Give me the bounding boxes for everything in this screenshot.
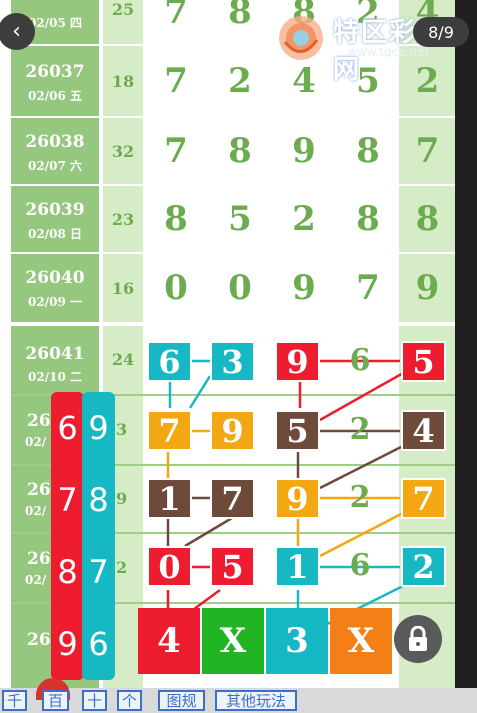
- result-cell: 4: [138, 608, 200, 674]
- digit-box: 3: [210, 341, 255, 382]
- digit-box: 7: [210, 478, 255, 519]
- lock-icon: [409, 626, 427, 651]
- tab-ge[interactable]: 个: [117, 690, 142, 711]
- pill-digit: 8: [57, 553, 78, 591]
- pill-digit: 9: [88, 409, 109, 447]
- digit-mark: 2: [349, 412, 371, 447]
- result-cell: X: [330, 608, 392, 674]
- pill-digit: 7: [88, 553, 109, 591]
- tab-bai[interactable]: 百: [42, 690, 69, 711]
- digit-box: 1: [275, 546, 320, 587]
- digit-box: 5: [210, 546, 255, 587]
- digit-box: 9: [210, 410, 255, 451]
- digit-box: 0: [147, 546, 192, 587]
- digit-mark: 6: [349, 343, 371, 378]
- pill-digit: 6: [88, 625, 109, 663]
- pill-digit: 8: [88, 481, 109, 519]
- tab-shi[interactable]: 十: [82, 690, 107, 711]
- digit-box: 6: [147, 341, 192, 382]
- screen: 02/05 四 25 7 8 8 2 4 26037 02/06 五 18 7 …: [0, 0, 477, 713]
- bottom-tab-bar: 千 百 十 个 图规 其他玩法: [0, 678, 477, 713]
- digit-box: 7: [147, 410, 192, 451]
- logo-url: www.tqcp.net: [347, 45, 430, 59]
- lock-button[interactable]: [394, 615, 442, 663]
- pill-digit: 6: [57, 409, 78, 447]
- digit-box: 7: [401, 478, 446, 519]
- frame-edge: [455, 0, 477, 713]
- teal-digit-pill: 9 8 7 6: [82, 392, 115, 680]
- digit-mark: 6: [349, 548, 371, 583]
- digit-box: 2: [401, 546, 446, 587]
- digit-mark: 2: [349, 480, 371, 515]
- tab-tugui[interactable]: 图规: [158, 690, 205, 711]
- image-counter: 8/9: [413, 17, 469, 47]
- digit-box: 9: [275, 478, 320, 519]
- swirl-logo-icon: [279, 16, 323, 60]
- digit-box: 9: [275, 341, 320, 382]
- tab-qian[interactable]: 千: [2, 690, 27, 711]
- digit-box: 1: [147, 478, 192, 519]
- digit-box: 5: [275, 410, 320, 451]
- red-digit-pill: 6 7 8 9: [51, 392, 84, 680]
- result-cell: X: [202, 608, 264, 674]
- tab-other-plays[interactable]: 其他玩法: [215, 690, 297, 711]
- chevron-left-icon: ‹: [12, 19, 21, 44]
- result-cell: 3: [266, 608, 328, 674]
- pill-digit: 7: [57, 481, 78, 519]
- digit-box: 4: [401, 410, 446, 451]
- digit-box: 5: [401, 341, 446, 382]
- pill-digit: 9: [57, 625, 78, 663]
